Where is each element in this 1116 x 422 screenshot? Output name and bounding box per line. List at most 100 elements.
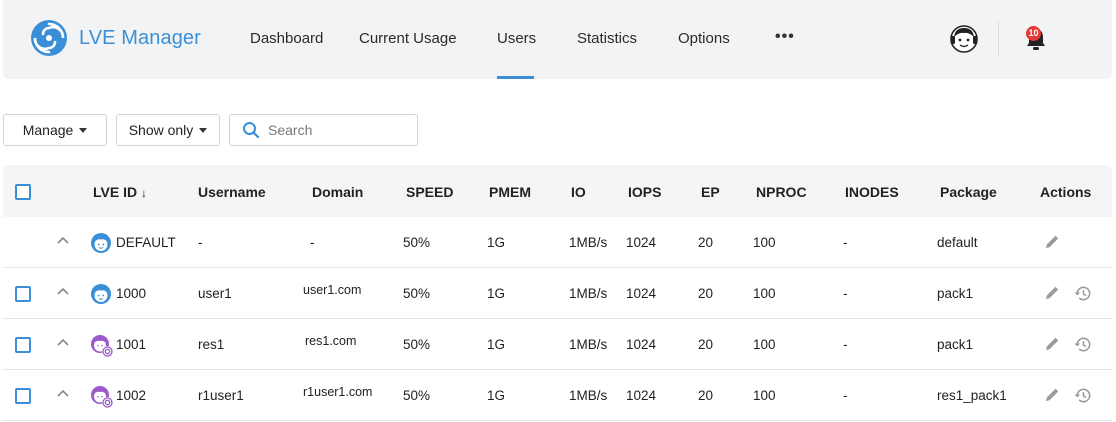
column-header-actions: Actions [1040,184,1092,200]
pmem-cell: 1G [487,286,506,301]
io-cell: 1MB/s [569,388,608,403]
notification-badge: 10 [1026,26,1041,41]
ep-cell: 20 [698,337,714,352]
more-menu-button[interactable]: ••• [775,28,795,46]
username-cell: - [198,235,203,250]
table-header: LVE ID ↓ Username Domain SPEED PMEM IO I… [3,165,1112,217]
pmem-cell: 1G [487,337,506,352]
top-bar: LVE Manager Dashboard Current Usage User… [3,0,1112,79]
nproc-cell: 100 [753,286,776,301]
username-cell: r1user1 [198,388,244,403]
row-checkbox[interactable] [15,388,31,404]
column-header-domain[interactable]: Domain [312,184,363,200]
chevron-up-icon[interactable] [57,236,69,244]
column-header-username[interactable]: Username [198,184,266,200]
chevron-up-icon[interactable] [57,287,69,295]
search-box [229,114,418,146]
app-logo[interactable]: LVE Manager [29,18,201,58]
inodes-cell: - [843,388,848,403]
lve-id-cell: 1002 [116,388,147,403]
nav-dashboard[interactable]: Dashboard [250,30,323,47]
table-row: 1001 res1 res1.com 50% 1G 1MB/s 1024 20 … [3,319,1112,370]
iops-cell: 1024 [626,337,657,352]
speed-cell: 50% [403,235,431,250]
user-avatar-icon [91,233,111,253]
column-header-ep[interactable]: EP [701,184,720,200]
edit-pencil-icon[interactable] [1043,335,1061,353]
active-tab-indicator [497,76,534,79]
nav-users[interactable]: Users [497,30,536,47]
edit-pencil-icon[interactable] [1043,386,1061,404]
app-title: LVE Manager [79,26,201,49]
row-checkbox[interactable] [15,337,31,353]
row-checkbox[interactable] [15,286,31,302]
domain-cell: user1.com [303,283,362,297]
ep-cell: 20 [698,286,714,301]
search-input[interactable] [268,122,408,138]
package-cell: pack1 [937,286,974,301]
nav-options[interactable]: Options [678,30,730,47]
table-row: 1000 user1 user1.com 50% 1G 1MB/s 1024 2… [3,268,1112,319]
domain-cell: r1user1.com [303,385,373,399]
reseller-avatar-icon [91,386,113,408]
ep-cell: 20 [698,235,714,250]
manage-dropdown-button[interactable]: Manage [3,114,107,146]
username-cell: res1 [198,337,225,352]
caret-down-icon [79,127,88,133]
io-cell: 1MB/s [569,286,608,301]
iops-cell: 1024 [626,388,657,403]
select-all-checkbox[interactable] [15,184,31,200]
edit-pencil-icon[interactable] [1043,284,1061,302]
package-cell: res1_pack1 [937,388,1007,403]
pmem-cell: 1G [487,388,506,403]
iops-cell: 1024 [626,235,657,250]
history-icon[interactable] [1073,386,1092,405]
ep-cell: 20 [698,388,714,403]
support-agent-icon[interactable] [949,24,979,54]
column-label: LVE ID [93,184,138,200]
edit-pencil-icon[interactable] [1043,233,1061,251]
inodes-cell: - [843,235,848,250]
column-header-lve-id[interactable]: LVE ID ↓ [93,184,147,200]
io-cell: 1MB/s [569,337,608,352]
nav-statistics[interactable]: Statistics [577,30,637,47]
column-header-speed[interactable]: SPEED [406,184,453,200]
nproc-cell: 100 [753,337,776,352]
history-icon[interactable] [1073,335,1092,354]
nav-current-usage[interactable]: Current Usage [359,30,457,47]
column-header-inodes[interactable]: INODES [845,184,899,200]
column-header-pmem[interactable]: PMEM [489,184,531,200]
table-row: DEFAULT - - 50% 1G 1MB/s 1024 20 100 - d… [3,217,1112,268]
chevron-up-icon[interactable] [57,389,69,397]
column-header-io[interactable]: IO [571,184,586,200]
nproc-cell: 100 [753,235,776,250]
domain-cell: res1.com [305,334,357,348]
table-row: 1002 r1user1 r1user1.com 50% 1G 1MB/s 10… [3,370,1112,421]
speed-cell: 50% [403,337,431,352]
column-header-package[interactable]: Package [940,184,997,200]
reseller-avatar-icon [91,335,113,357]
show-only-dropdown-button[interactable]: Show only [116,114,220,146]
nproc-cell: 100 [753,388,776,403]
domain-cell: - [310,235,315,250]
inodes-cell: - [843,286,848,301]
lve-id-cell: 1001 [116,337,147,352]
column-header-nproc[interactable]: NPROC [756,184,807,200]
package-cell: pack1 [937,337,974,352]
search-icon [243,122,260,139]
lve-logo-icon [31,20,67,56]
user-avatar-icon [91,284,111,304]
lve-id-cell: DEFAULT [116,235,176,250]
column-header-iops[interactable]: IOPS [628,184,661,200]
chevron-up-icon[interactable] [57,338,69,346]
package-cell: default [937,235,978,250]
history-icon[interactable] [1073,284,1092,303]
inodes-cell: - [843,337,848,352]
show-only-label: Show only [128,122,194,138]
header-divider [998,22,999,56]
username-cell: user1 [198,286,232,301]
lve-id-cell: 1000 [116,286,147,301]
io-cell: 1MB/s [569,235,608,250]
caret-down-icon [199,127,208,133]
speed-cell: 50% [403,286,431,301]
